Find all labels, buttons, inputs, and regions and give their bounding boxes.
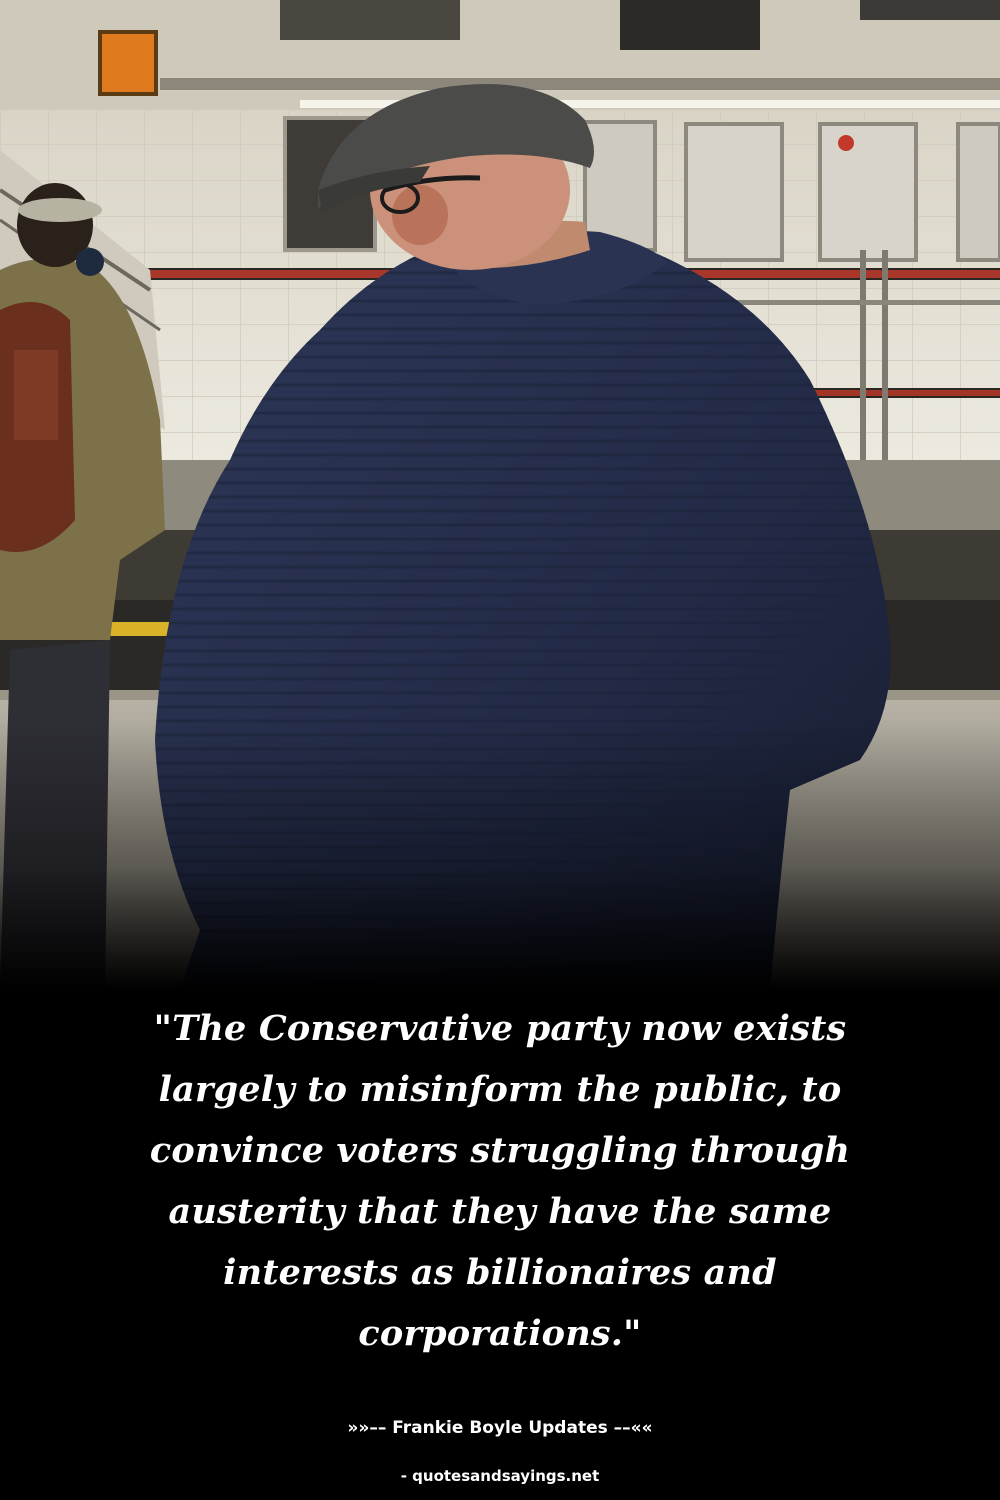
quote-card: "The Conservative party now exists large… — [0, 0, 1000, 1500]
source-credit: - quotesandsayings.net — [400, 1467, 600, 1485]
attribution: »»–– Frankie Boyle Updates ––«« — [347, 1418, 653, 1438]
subway-platform-photo — [0, 0, 1000, 990]
quote-text: "The Conservative party now exists large… — [149, 1008, 851, 1354]
